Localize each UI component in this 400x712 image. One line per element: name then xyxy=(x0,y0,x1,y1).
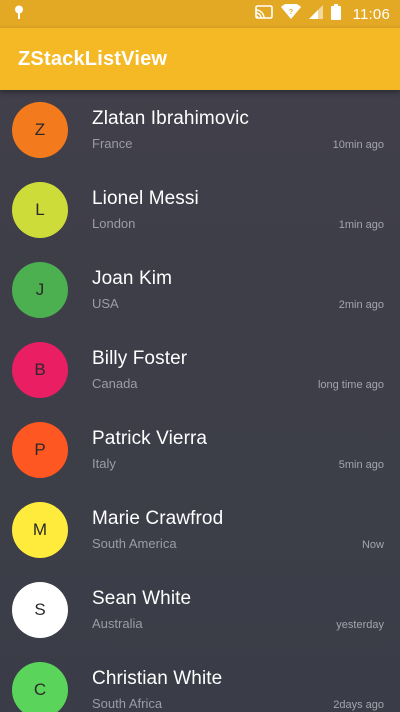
contact-name: Sean White xyxy=(92,588,192,609)
contact-name: Zlatan Ibrahimovic xyxy=(92,108,250,129)
contact-time: yesterday xyxy=(336,619,384,631)
location-pin-icon xyxy=(14,5,24,24)
avatar: S xyxy=(12,582,68,638)
contact-time: 2days ago xyxy=(333,699,384,711)
list-item[interactable]: C Christian White South Africa 2days ago xyxy=(0,650,400,712)
svg-text:?: ? xyxy=(288,9,292,16)
avatar: M xyxy=(12,502,68,558)
avatar: B xyxy=(12,342,68,398)
contact-location: Canada xyxy=(92,376,138,391)
contact-location: Australia xyxy=(92,616,143,631)
contact-list[interactable]: Z Zlatan Ibrahimovic France 10min ago L Lione… xyxy=(0,90,400,712)
contact-location: South America xyxy=(92,536,177,551)
contact-name: Joan Kim xyxy=(92,268,173,289)
contact-name: Marie Crawfrod xyxy=(92,508,224,529)
contact-time: 5min ago xyxy=(338,459,384,471)
status-time: 11:06 xyxy=(352,5,390,23)
avatar: P xyxy=(12,422,68,478)
list-item[interactable]: M Marie Crawfrod South America Now xyxy=(0,490,400,570)
contact-location: South Africa xyxy=(92,696,163,711)
app-bar: ZStackListView xyxy=(0,28,400,90)
avatar: L xyxy=(12,182,68,238)
avatar: J xyxy=(12,262,68,318)
list-item[interactable]: J Joan Kim USA 2min ago xyxy=(0,250,400,330)
contact-time: long time ago xyxy=(317,379,384,391)
contact-location: France xyxy=(92,136,133,151)
avatar: C xyxy=(12,662,68,712)
list-item[interactable]: S Sean White Australia yesterday xyxy=(0,570,400,650)
battery-icon xyxy=(330,3,341,25)
avatar: Z xyxy=(12,102,68,158)
contact-name: Billy Foster xyxy=(92,348,188,369)
list-item[interactable]: B Billy Foster Canada long time ago xyxy=(0,330,400,410)
contact-name: Lionel Messi xyxy=(92,188,199,209)
list-item[interactable]: Z Zlatan Ibrahimovic France 10min ago xyxy=(0,90,400,170)
app-title: ZStackListView xyxy=(18,47,168,70)
wifi-icon: ? xyxy=(280,2,301,24)
list-item[interactable]: L Lionel Messi London 1min ago xyxy=(0,170,400,250)
contact-time: 2min ago xyxy=(338,299,384,311)
list-item[interactable]: P Patrick Vierra Italy 5min ago xyxy=(0,410,400,490)
contact-time: 10min ago xyxy=(332,139,384,151)
contact-time: 1min ago xyxy=(338,219,384,231)
contact-time: Now xyxy=(361,539,384,551)
contact-location: USA xyxy=(92,296,119,311)
contact-name: Christian White xyxy=(92,668,223,689)
cast-icon xyxy=(254,4,273,24)
status-bar: ? 11:06 xyxy=(0,0,400,28)
contact-name: Patrick Vierra xyxy=(92,428,208,449)
contact-location: Italy xyxy=(92,456,116,471)
cell-signal-icon xyxy=(308,4,323,24)
contact-location: London xyxy=(92,216,136,231)
